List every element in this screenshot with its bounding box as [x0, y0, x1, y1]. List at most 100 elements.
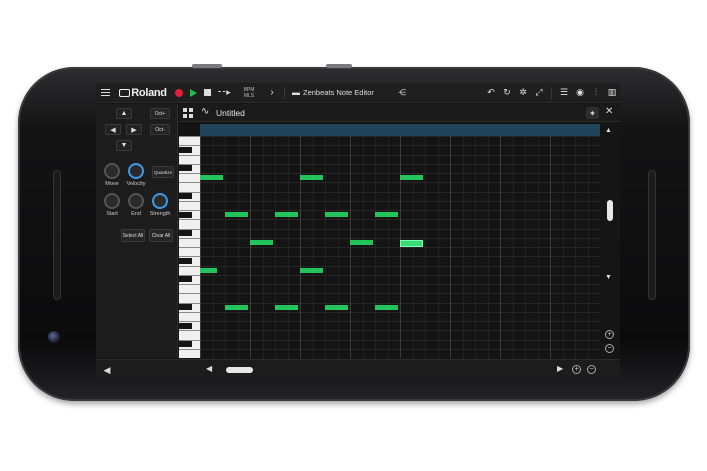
zoom-in-vertical-icon[interactable]: + — [605, 330, 614, 339]
grid-beat-line — [275, 136, 276, 358]
grid-beat-line — [488, 136, 489, 358]
scroll-down-arrow-icon[interactable]: ▼ — [605, 274, 612, 281]
undo-icon[interactable]: ↶ — [483, 83, 499, 103]
midi-note[interactable] — [375, 305, 398, 310]
grid-beat-line — [338, 136, 339, 358]
horizontal-scroll-thumb[interactable] — [226, 367, 253, 373]
strength-knob[interactable] — [152, 193, 168, 209]
keyboard-icon[interactable]: ▥ — [604, 83, 620, 103]
scroll-right-arrow-icon[interactable]: ▶ — [557, 364, 563, 373]
record-button[interactable] — [172, 83, 186, 103]
phone-side-button — [192, 64, 222, 68]
grid-beat-line — [300, 136, 301, 358]
tempo-display[interactable]: BPM MLS — [234, 83, 264, 103]
grid-beat-line — [200, 136, 201, 358]
zoom-in-horizontal-icon[interactable]: + — [572, 365, 581, 374]
back-arrow-icon[interactable]: ◀ — [100, 363, 114, 377]
folder-icon[interactable]: ▬ — [289, 83, 303, 103]
window-title: Zenbeats Note Editor — [303, 88, 374, 97]
midi-note[interactable] — [300, 175, 323, 180]
white-key-separator — [179, 321, 200, 322]
midi-note[interactable] — [275, 305, 298, 310]
fullscreen-icon[interactable]: ⤢ — [531, 83, 547, 103]
zoom-out-horizontal-icon[interactable]: − — [587, 365, 596, 374]
clip-title: Untitled — [216, 108, 245, 118]
chevron-right-icon[interactable]: › — [264, 83, 280, 103]
black-key[interactable] — [179, 258, 192, 264]
tool-wand-icon[interactable]: ✦ — [586, 107, 599, 119]
octave-up-button[interactable]: Oct+ — [150, 108, 170, 119]
clear-all-button[interactable]: Clear All — [149, 229, 173, 242]
grid-beat-line — [438, 136, 439, 358]
scroll-up-arrow-icon[interactable]: ▲ — [605, 127, 612, 134]
midi-note[interactable] — [225, 212, 248, 217]
grid-beat-line — [313, 136, 314, 358]
black-key[interactable] — [179, 193, 192, 199]
midi-note[interactable] — [200, 268, 217, 273]
piano-keyboard[interactable] — [179, 136, 200, 358]
timeline-ruler[interactable] — [200, 124, 600, 136]
redo-icon[interactable]: ↻ — [499, 83, 515, 103]
end-knob[interactable] — [128, 193, 144, 209]
loop-button[interactable]: ⁃⁃▸ — [214, 83, 234, 103]
grid-beat-line — [525, 136, 526, 358]
sampler-icon[interactable]: ◉ — [572, 83, 588, 103]
black-key[interactable] — [179, 304, 192, 310]
zoom-out-vertical-icon[interactable]: − — [605, 344, 614, 353]
black-key[interactable] — [179, 323, 192, 329]
mixer-icon[interactable]: ⫶ — [588, 83, 604, 103]
magic-wand-icon[interactable]: ✲ — [515, 83, 531, 103]
select-all-button[interactable]: Select All — [121, 229, 145, 242]
quantize-button[interactable]: Quantize — [152, 166, 174, 178]
midi-note[interactable] — [350, 240, 373, 245]
arrow-down-button[interactable]: ▼ — [116, 140, 132, 151]
stop-button[interactable] — [200, 83, 214, 103]
black-key[interactable] — [179, 276, 192, 282]
black-key[interactable] — [179, 230, 192, 236]
scroll-left-arrow-icon[interactable]: ◀ — [206, 364, 212, 373]
list-view-icon[interactable]: ☰ — [556, 83, 572, 103]
close-icon[interactable]: ✕ — [605, 106, 613, 117]
octave-down-button[interactable]: Oct- — [150, 124, 170, 135]
velocity-knob[interactable] — [128, 163, 144, 179]
vertical-scroll-thumb[interactable] — [607, 200, 613, 221]
grid-beat-line — [575, 136, 576, 358]
midi-note[interactable] — [275, 212, 298, 217]
play-button[interactable] — [186, 83, 200, 103]
midi-note[interactable] — [325, 212, 348, 217]
midi-note[interactable] — [400, 240, 423, 247]
start-knob[interactable] — [104, 193, 120, 209]
hamburger-menu-icon[interactable] — [96, 83, 114, 103]
grid-beat-line — [388, 136, 389, 358]
midi-note[interactable] — [325, 305, 348, 310]
black-key[interactable] — [179, 165, 192, 171]
loop-icon: ⁃⁃▸ — [217, 87, 231, 97]
white-key-separator — [179, 201, 200, 202]
piano-roll-grid[interactable] — [200, 136, 600, 358]
automation-curve-icon[interactable]: ∿ — [201, 106, 209, 117]
grid-beat-line — [225, 136, 226, 358]
arrow-right-button[interactable]: ▶ — [126, 124, 142, 135]
note-tools-panel: ▲ Oct+ ◀ ▶ Oct- ▼ Move Velocity Quantize… — [96, 104, 178, 358]
midi-note[interactable] — [250, 240, 273, 245]
phone-speaker-left — [53, 170, 61, 300]
vertical-scrollbar[interactable]: ▲ ▼ + − — [600, 124, 620, 358]
midi-note[interactable] — [375, 212, 398, 217]
arrow-up-button[interactable]: ▲ — [116, 108, 132, 119]
midi-note[interactable] — [200, 175, 223, 180]
grid-beat-line — [350, 136, 351, 358]
black-key[interactable] — [179, 147, 192, 153]
share-icon[interactable]: ⋲ — [395, 83, 409, 103]
midi-note[interactable] — [400, 175, 423, 180]
arrow-left-button[interactable]: ◀ — [105, 124, 121, 135]
grid-beat-line — [538, 136, 539, 358]
record-icon — [175, 88, 183, 97]
midi-note[interactable] — [225, 305, 248, 310]
midi-note[interactable] — [300, 268, 323, 273]
black-key[interactable] — [179, 212, 192, 218]
grid-view-icon[interactable] — [183, 108, 193, 118]
grid-beat-line — [375, 136, 376, 358]
black-key[interactable] — [179, 341, 192, 347]
move-knob[interactable] — [104, 163, 120, 179]
editor-header: ∿ Untitled ✦ ✕ — [179, 104, 620, 122]
